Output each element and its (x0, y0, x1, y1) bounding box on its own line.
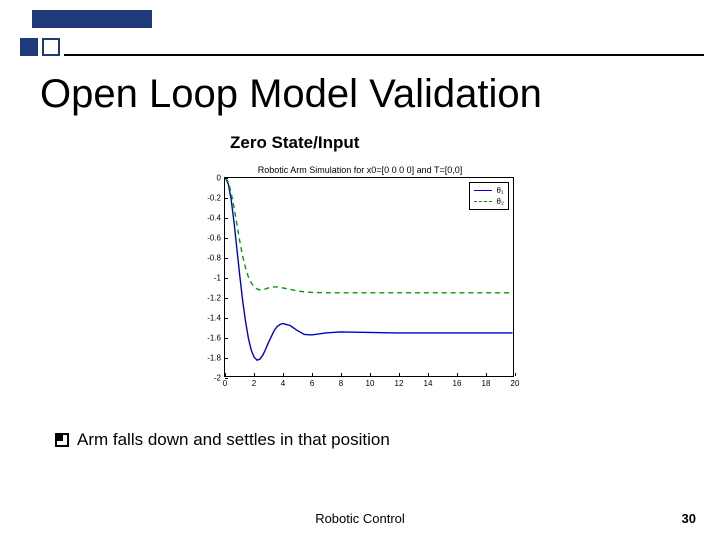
y-tick-label: 0 (217, 174, 221, 183)
x-tick-mark (370, 373, 371, 376)
legend-swatch (474, 201, 492, 202)
x-tick-mark (515, 373, 516, 376)
x-tick-mark (457, 373, 458, 376)
y-tick-mark (225, 218, 228, 219)
x-tick-label: 4 (281, 379, 285, 388)
x-tick-mark (254, 373, 255, 376)
chart-plot-area: θ₁θ₂ 0-0.2-0.4-0.6-0.8-1-1.2-1.4-1.6-1.8… (224, 177, 514, 377)
chart-title: Robotic Arm Simulation for x0=[0 0 0 0] … (190, 165, 530, 175)
y-tick-mark (225, 198, 228, 199)
x-tick-label: 16 (453, 379, 462, 388)
y-tick-label: -1.2 (207, 294, 221, 303)
y-tick-label: -0.4 (207, 214, 221, 223)
y-tick-label: -1.6 (207, 334, 221, 343)
x-tick-label: 20 (511, 379, 520, 388)
y-tick-mark (225, 278, 228, 279)
legend-row: θ₂ (474, 196, 504, 207)
y-tick-label: -0.8 (207, 254, 221, 263)
legend-label: θ₂ (496, 196, 504, 207)
y-tick-mark (225, 298, 228, 299)
x-tick-label: 6 (310, 379, 314, 388)
y-tick-mark (225, 358, 228, 359)
accent-square-outline (42, 38, 60, 56)
accent-square-filled (20, 38, 38, 56)
accent-strip (0, 0, 720, 36)
y-tick-mark (225, 318, 228, 319)
x-tick-label: 0 (223, 379, 227, 388)
x-tick-mark (225, 373, 226, 376)
y-tick-mark (225, 178, 228, 179)
x-tick-label: 12 (395, 379, 404, 388)
legend-label: θ₁ (496, 185, 503, 196)
x-tick-mark (399, 373, 400, 376)
slide-subtitle: Zero State/Input (230, 133, 359, 153)
bullet-item: Arm falls down and settles in that posit… (55, 430, 390, 450)
x-tick-mark (283, 373, 284, 376)
x-tick-label: 2 (252, 379, 256, 388)
legend-swatch (474, 190, 492, 191)
y-tick-label: -2 (214, 374, 221, 383)
legend-row: θ₁ (474, 185, 504, 196)
y-tick-label: -1 (214, 274, 221, 283)
y-tick-mark (225, 238, 228, 239)
footer-text: Robotic Control (0, 511, 720, 526)
y-tick-label: -0.6 (207, 234, 221, 243)
x-tick-label: 18 (482, 379, 491, 388)
y-tick-label: -0.2 (207, 194, 221, 203)
y-tick-label: -1.8 (207, 354, 221, 363)
x-tick-mark (428, 373, 429, 376)
x-tick-label: 14 (424, 379, 433, 388)
y-tick-label: -1.4 (207, 314, 221, 323)
slide-title: Open Loop Model Validation (40, 72, 542, 117)
x-tick-label: 10 (366, 379, 375, 388)
y-tick-mark (225, 258, 228, 259)
page-number: 30 (682, 511, 696, 526)
x-tick-mark (312, 373, 313, 376)
y-tick-mark (225, 338, 228, 339)
chart: Robotic Arm Simulation for x0=[0 0 0 0] … (190, 165, 530, 393)
bullet-icon (55, 433, 69, 447)
accent-underline (64, 54, 704, 56)
x-tick-label: 8 (339, 379, 343, 388)
bullet-text: Arm falls down and settles in that posit… (77, 430, 390, 450)
x-tick-mark (486, 373, 487, 376)
x-tick-mark (341, 373, 342, 376)
chart-legend: θ₁θ₂ (469, 182, 509, 210)
accent-bar (32, 10, 152, 28)
